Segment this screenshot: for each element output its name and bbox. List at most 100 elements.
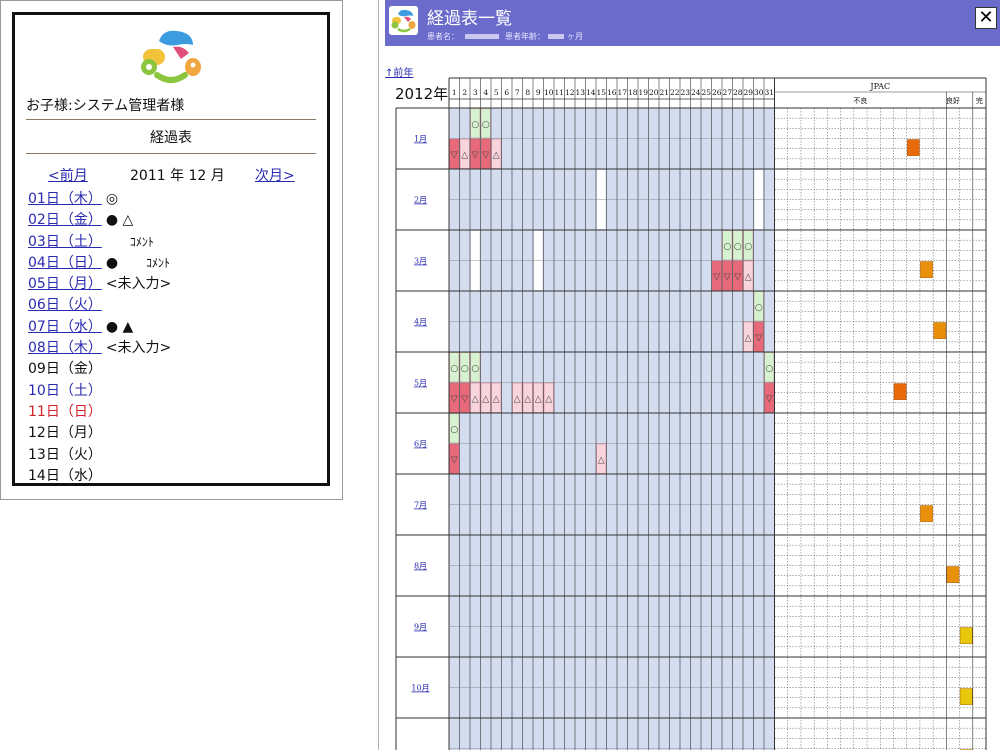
day-link[interactable]: 07日（水） bbox=[28, 319, 102, 335]
day-mark: ● bbox=[105, 254, 119, 271]
day-number: 25 bbox=[701, 88, 711, 97]
day-mark-symbol: △ bbox=[598, 455, 605, 465]
day-item: 11日（日） bbox=[28, 402, 171, 423]
current-month: 2011 年 12 月 bbox=[130, 168, 225, 184]
day-link[interactable]: 06日（火） bbox=[28, 297, 102, 313]
day-number: 14 bbox=[586, 88, 596, 97]
jpac-header: JPAC bbox=[869, 82, 890, 91]
day-number: 4 bbox=[483, 88, 488, 97]
day-mark-symbol: ▽ bbox=[766, 394, 773, 404]
day-mark-symbol: ○ bbox=[734, 242, 742, 252]
day-number: 1 bbox=[452, 88, 457, 97]
month-link[interactable]: 5月 bbox=[414, 379, 427, 388]
day-mark-symbol: ○ bbox=[755, 303, 763, 313]
month-link[interactable]: 4月 bbox=[414, 318, 427, 327]
day-number: 19 bbox=[638, 88, 648, 97]
day-item: 05日（月） <未入力> bbox=[28, 274, 171, 295]
jpac-mark bbox=[920, 505, 933, 522]
day-number: 22 bbox=[670, 88, 680, 97]
jpac-subheader: 完 bbox=[976, 96, 983, 105]
month-link[interactable]: 3月 bbox=[414, 257, 427, 266]
month-nav: <前月 2011 年 12 月 次月> bbox=[15, 165, 327, 185]
day-number: 28 bbox=[733, 88, 743, 97]
day-mark-symbol: ▽ bbox=[451, 394, 458, 404]
day-number: 2 bbox=[462, 88, 467, 97]
day-mark-symbol: ○ bbox=[723, 242, 731, 252]
day-label: 11日（日） bbox=[28, 403, 102, 420]
divider bbox=[26, 153, 316, 154]
day-number: 7 bbox=[515, 88, 520, 97]
day-item: 12日（月） bbox=[28, 423, 171, 444]
day-mark-symbol: ▽ bbox=[451, 455, 458, 465]
day-mark-symbol: ○ bbox=[471, 364, 479, 374]
day-label: 14日（水） bbox=[28, 467, 102, 484]
progress-table-window: 経過表一覧 患者名： 患者年齢： ヶ月 ✕ ↑前年 2012年 ○ ○ ▽ △ ▽ ▽ △ ○ ○ ○… bbox=[378, 0, 1000, 750]
day-item: 06日（火） bbox=[28, 295, 171, 316]
prev-month-link[interactable]: <前月 bbox=[48, 165, 88, 185]
day-number: 8 bbox=[525, 88, 530, 97]
day-number: 31 bbox=[764, 88, 774, 97]
next-month-link[interactable]: 次月> bbox=[255, 165, 295, 185]
month-link[interactable]: 10月 bbox=[411, 684, 429, 693]
month-link[interactable]: 9月 bbox=[414, 623, 427, 632]
mobile-preview-panel: お子様:システム管理者様 経過表 <前月 2011 年 12 月 次月> 01日… bbox=[0, 0, 343, 500]
day-item: 01日（木） ◎ bbox=[28, 189, 171, 210]
day-number: 10 bbox=[544, 88, 554, 97]
day-mark-symbol: ○ bbox=[450, 364, 458, 374]
day-mark-symbol: △ bbox=[493, 394, 500, 404]
month-link[interactable]: 8月 bbox=[414, 562, 427, 571]
day-mark-symbol: ○ bbox=[765, 364, 773, 374]
day-number: 9 bbox=[536, 88, 541, 97]
grid-background bbox=[449, 108, 775, 750]
day-link[interactable]: 08日（木） bbox=[28, 340, 102, 356]
month-link[interactable]: 6月 bbox=[414, 440, 427, 449]
day-number: 15 bbox=[596, 88, 606, 97]
jpac-mark bbox=[959, 688, 973, 705]
day-mark: ● △ bbox=[105, 212, 134, 229]
month-link[interactable]: 7月 bbox=[414, 501, 427, 510]
day-mark: ◎ bbox=[105, 191, 119, 207]
day-list: 01日（木） ◎ 02日（金） ● △ 03日（土） ｺﾒﾝﾄ 04日（日） ● ｺﾒﾝﾄ 05日… bbox=[28, 189, 171, 484]
day-number: 18 bbox=[628, 88, 638, 97]
month-link[interactable]: 1月 bbox=[414, 135, 427, 144]
day-number: 6 bbox=[504, 88, 509, 97]
day-mark-symbol: ○ bbox=[461, 364, 469, 374]
day-mark-symbol: △ bbox=[461, 150, 468, 160]
day-label: 12日（月） bbox=[28, 425, 102, 442]
day-item: 02日（金） ● △ bbox=[28, 210, 171, 231]
day-mark-symbol: △ bbox=[482, 394, 489, 404]
day-link[interactable]: 02日（金） bbox=[28, 212, 102, 228]
day-number: 23 bbox=[680, 88, 690, 97]
month-link[interactable]: 2月 bbox=[414, 196, 427, 205]
day-mark-symbol: ○ bbox=[744, 242, 752, 252]
day-mark-symbol: △ bbox=[545, 394, 552, 404]
jpac-subheader: 不良 bbox=[853, 96, 867, 105]
day-link[interactable]: 01日（木） bbox=[28, 191, 102, 207]
progress-grid: ○ ○▽ △ ▽ ▽ △○ ○ ○▽ ▽ ▽ △○△ ▽○ ○ ○ ○▽ ▽ △ △ △ △ △ △ △ ▽○▽ △1 2 3 4 5 6… bbox=[395, 77, 987, 750]
day-link[interactable]: 03日（土） bbox=[28, 234, 102, 250]
day-number: 12 bbox=[565, 88, 575, 97]
day-mark-symbol: △ bbox=[745, 272, 752, 282]
day-item: 04日（日） ● ｺﾒﾝﾄ bbox=[28, 253, 171, 274]
jpac-mark bbox=[906, 139, 920, 156]
phone-screen: お子様:システム管理者様 経過表 <前月 2011 年 12 月 次月> 01日… bbox=[12, 12, 330, 486]
day-number: 24 bbox=[691, 88, 701, 97]
day-mark-symbol: ▽ bbox=[461, 394, 468, 404]
day-mark-symbol: ○ bbox=[450, 425, 458, 435]
day-mark-symbol: △ bbox=[524, 394, 531, 404]
day-mark-symbol: △ bbox=[535, 394, 542, 404]
day-item: 03日（土） ｺﾒﾝﾄ bbox=[28, 232, 171, 253]
page-title: 経過表 bbox=[150, 130, 192, 146]
day-mark-symbol: ▽ bbox=[713, 272, 720, 282]
day-mark-symbol: ▽ bbox=[451, 150, 458, 160]
day-number: 16 bbox=[607, 88, 617, 97]
day-link[interactable]: 04日（日） bbox=[28, 255, 102, 271]
day-link[interactable]: 05日（月） bbox=[28, 276, 102, 292]
app-logo bbox=[141, 30, 201, 83]
day-number: 3 bbox=[473, 88, 478, 97]
day-number: 11 bbox=[554, 88, 564, 97]
day-number: 13 bbox=[575, 88, 585, 97]
jpac-subheader: 良好 bbox=[946, 96, 960, 105]
day-item: 09日（金） bbox=[28, 359, 171, 380]
day-number: 29 bbox=[743, 88, 753, 97]
